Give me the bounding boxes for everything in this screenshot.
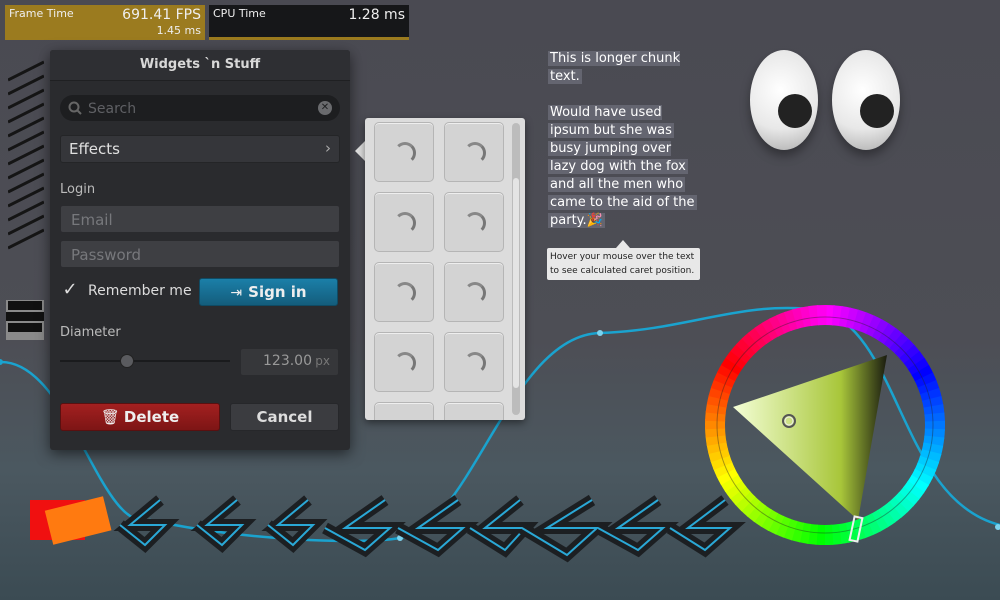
- login-label: Login: [60, 182, 96, 197]
- curve-handle: [0, 359, 3, 365]
- popup-scrollbar[interactable]: [512, 123, 520, 415]
- image-thumbnail[interactable]: [374, 402, 434, 420]
- paragraph-line: party.🎉: [548, 213, 605, 228]
- delete-label: Delete: [123, 408, 180, 426]
- loading-spinner-icon: [464, 352, 486, 374]
- email-field[interactable]: [60, 205, 340, 233]
- paragraph-line: came to the aid of the: [548, 195, 697, 210]
- effects-label: Effects: [69, 140, 120, 158]
- loading-spinner-icon: [464, 212, 486, 234]
- image-thumbnail[interactable]: [374, 192, 434, 252]
- remember-me-label: Remember me: [88, 283, 192, 299]
- stack-decoration: [6, 300, 44, 340]
- diameter-slider-knob[interactable]: [120, 354, 134, 368]
- diameter-unit: px: [315, 354, 330, 368]
- loading-spinner-icon: [394, 212, 416, 234]
- password-input[interactable]: [69, 244, 333, 266]
- image-thumbnail[interactable]: [444, 192, 504, 252]
- password-field[interactable]: [60, 240, 340, 268]
- paragraph-line: and all the men who: [548, 177, 686, 192]
- chevron-right-icon: ›: [325, 139, 331, 157]
- left-pupil: [778, 94, 812, 128]
- effects-dropdown[interactable]: Effects ›: [60, 135, 340, 163]
- cpu-time-bar: [209, 37, 409, 40]
- frame-time-fps: 691.41 FPS: [122, 7, 201, 23]
- curve-handle: [597, 330, 603, 336]
- loading-spinner-icon: [394, 142, 416, 164]
- search-box[interactable]: ✕: [60, 95, 340, 121]
- search-input[interactable]: [86, 98, 310, 120]
- cpu-time-value: 1.28 ms: [348, 7, 405, 23]
- sv-triangle: [733, 355, 887, 520]
- color-wheel: [705, 305, 945, 545]
- tooltip-arrow: [616, 240, 630, 248]
- frame-time-label: Frame Time: [9, 7, 74, 20]
- diameter-label: Diameter: [60, 325, 121, 340]
- sign-in-button[interactable]: ⇥ Sign in: [199, 278, 338, 306]
- loading-spinner-icon: [394, 282, 416, 304]
- remember-me-checkbox[interactable]: ✓: [60, 280, 80, 300]
- cpu-time-graph: CPU Time 1.28 ms: [209, 5, 409, 40]
- chevron-markers: [113, 494, 746, 563]
- trash-icon: 🗑: [100, 408, 120, 426]
- loading-spinner-icon: [394, 352, 416, 374]
- sign-in-label: Sign in: [248, 283, 307, 301]
- hue-segment: [816, 305, 827, 326]
- popup-arrow: [355, 141, 365, 161]
- diameter-numberbox[interactable]: 123.00 px: [240, 348, 339, 376]
- image-thumbnail[interactable]: [374, 262, 434, 322]
- loading-spinner-icon: [464, 282, 486, 304]
- left-eye: [750, 50, 818, 150]
- image-thumbnail[interactable]: [374, 122, 434, 182]
- image-thumbnail[interactable]: [374, 332, 434, 392]
- cancel-button[interactable]: Cancel: [230, 403, 339, 431]
- loading-spinner-icon: [464, 142, 486, 164]
- right-eye: [832, 50, 900, 150]
- frame-time-graph: Frame Time 691.41 FPS 1.45 ms: [5, 5, 205, 40]
- text-paragraph[interactable]: This is longer chunk oftext.Would have u…: [548, 50, 698, 230]
- widgets-window[interactable]: Widgets `n Stuff ✕ Effects › Login ✓ Rem…: [50, 50, 350, 450]
- stripe-decoration: [8, 60, 44, 250]
- image-thumbnail[interactable]: [444, 262, 504, 322]
- caret-tooltip: Hover your mouse over the text to see ca…: [547, 248, 700, 280]
- frame-time-ms: 1.45 ms: [156, 24, 201, 37]
- delete-button[interactable]: 🗑 Delete: [60, 403, 220, 431]
- diameter-value: 123.00: [263, 353, 312, 369]
- diameter-slider-track[interactable]: [60, 360, 230, 362]
- window-title[interactable]: Widgets `n Stuff: [50, 50, 350, 81]
- image-thumbnail[interactable]: [444, 402, 504, 420]
- paragraph-line: lazy dog with the fox: [548, 159, 688, 174]
- right-pupil: [860, 94, 894, 128]
- email-input[interactable]: [69, 209, 333, 231]
- image-popup[interactable]: [365, 118, 525, 420]
- cpu-time-label: CPU Time: [213, 7, 266, 20]
- login-icon: ⇥: [230, 285, 243, 301]
- clear-search-icon[interactable]: ✕: [318, 101, 332, 115]
- image-thumbnail[interactable]: [444, 332, 504, 392]
- paragraph-line: text.: [548, 69, 582, 84]
- image-thumbnail[interactable]: [444, 122, 504, 182]
- paragraph-line: ipsum but she was: [548, 123, 674, 138]
- search-icon: [68, 101, 82, 115]
- popup-scrollbar-thumb[interactable]: [513, 178, 519, 388]
